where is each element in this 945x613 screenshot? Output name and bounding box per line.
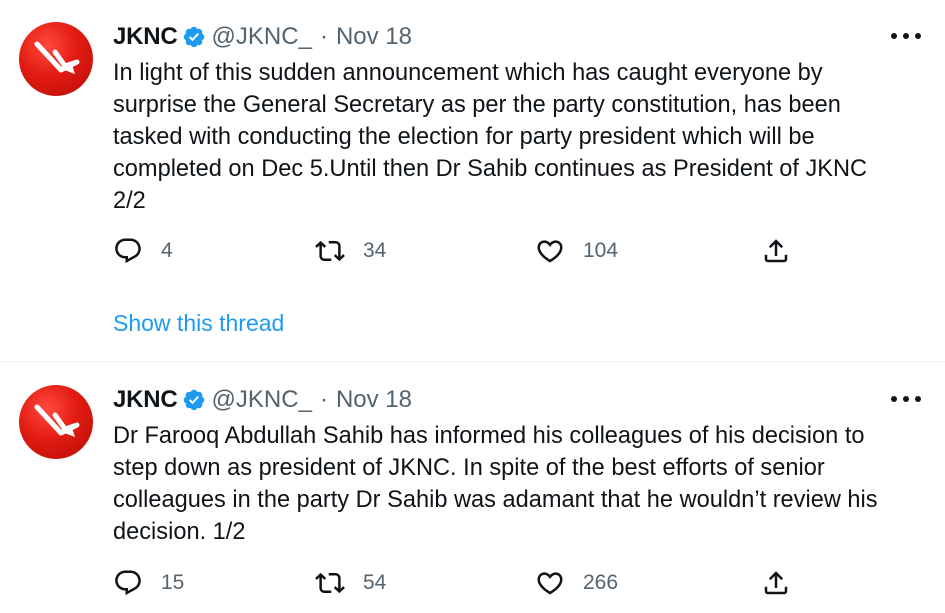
tweet-header: JKNC @JKNC_ · Nov 18 [113, 386, 412, 414]
retweet-icon [315, 240, 345, 262]
author-handle[interactable]: @JKNC_ [212, 23, 312, 51]
retweet-count: 34 [363, 239, 387, 262]
like-icon [537, 572, 563, 595]
share-button[interactable] [761, 565, 791, 601]
like-count: 266 [583, 571, 619, 594]
tweet-date[interactable]: Nov 18 [336, 23, 412, 51]
reply-count: 4 [161, 239, 173, 262]
plough-logo [34, 404, 80, 437]
reply-icon [115, 238, 141, 264]
verified-badge-icon [182, 388, 206, 412]
reply-button[interactable]: 4 [113, 233, 173, 269]
plough-logo [34, 41, 80, 74]
tweet-date[interactable]: Nov 18 [336, 386, 412, 414]
more-icon[interactable] [891, 26, 921, 46]
share-button[interactable] [761, 233, 791, 269]
separator: · [319, 23, 328, 50]
avatar[interactable] [19, 22, 93, 96]
more-icon[interactable] [891, 389, 921, 409]
retweet-button[interactable]: 34 [315, 233, 386, 269]
retweet-count: 54 [363, 571, 387, 594]
author-handle[interactable]: @JKNC_ [212, 386, 312, 414]
reply-icon [115, 570, 141, 596]
verified-badge-icon [182, 25, 206, 49]
tweet[interactable]: JKNC @JKNC_ · Nov 18 In light of this su… [0, 0, 945, 362]
separator: · [319, 386, 328, 413]
tweet[interactable]: JKNC @JKNC_ · Nov 18 Dr Farooq Abdullah … [0, 363, 945, 613]
tweet-actions: 15 54 266 [113, 565, 813, 601]
tweet-text: Dr Farooq Abdullah Sahib has informed hi… [113, 423, 878, 545]
share-icon [764, 239, 788, 263]
show-thread-link[interactable]: Show this thread [113, 310, 284, 337]
author-name[interactable]: JKNC [113, 386, 178, 414]
tweet-actions: 4 34 104 [113, 233, 813, 269]
like-button[interactable]: 104 [535, 233, 618, 269]
author-name[interactable]: JKNC [113, 23, 178, 51]
share-icon [764, 571, 788, 595]
reply-count: 15 [161, 571, 185, 594]
tweet-text: In light of this sudden announcement whi… [113, 60, 868, 214]
avatar[interactable] [19, 385, 93, 459]
like-icon [537, 240, 563, 263]
like-count: 104 [583, 239, 619, 262]
retweet-icon [315, 572, 345, 594]
retweet-button[interactable]: 54 [315, 565, 386, 601]
reply-button[interactable]: 15 [113, 565, 184, 601]
like-button[interactable]: 266 [535, 565, 618, 601]
tweet-header: JKNC @JKNC_ · Nov 18 [113, 23, 412, 51]
